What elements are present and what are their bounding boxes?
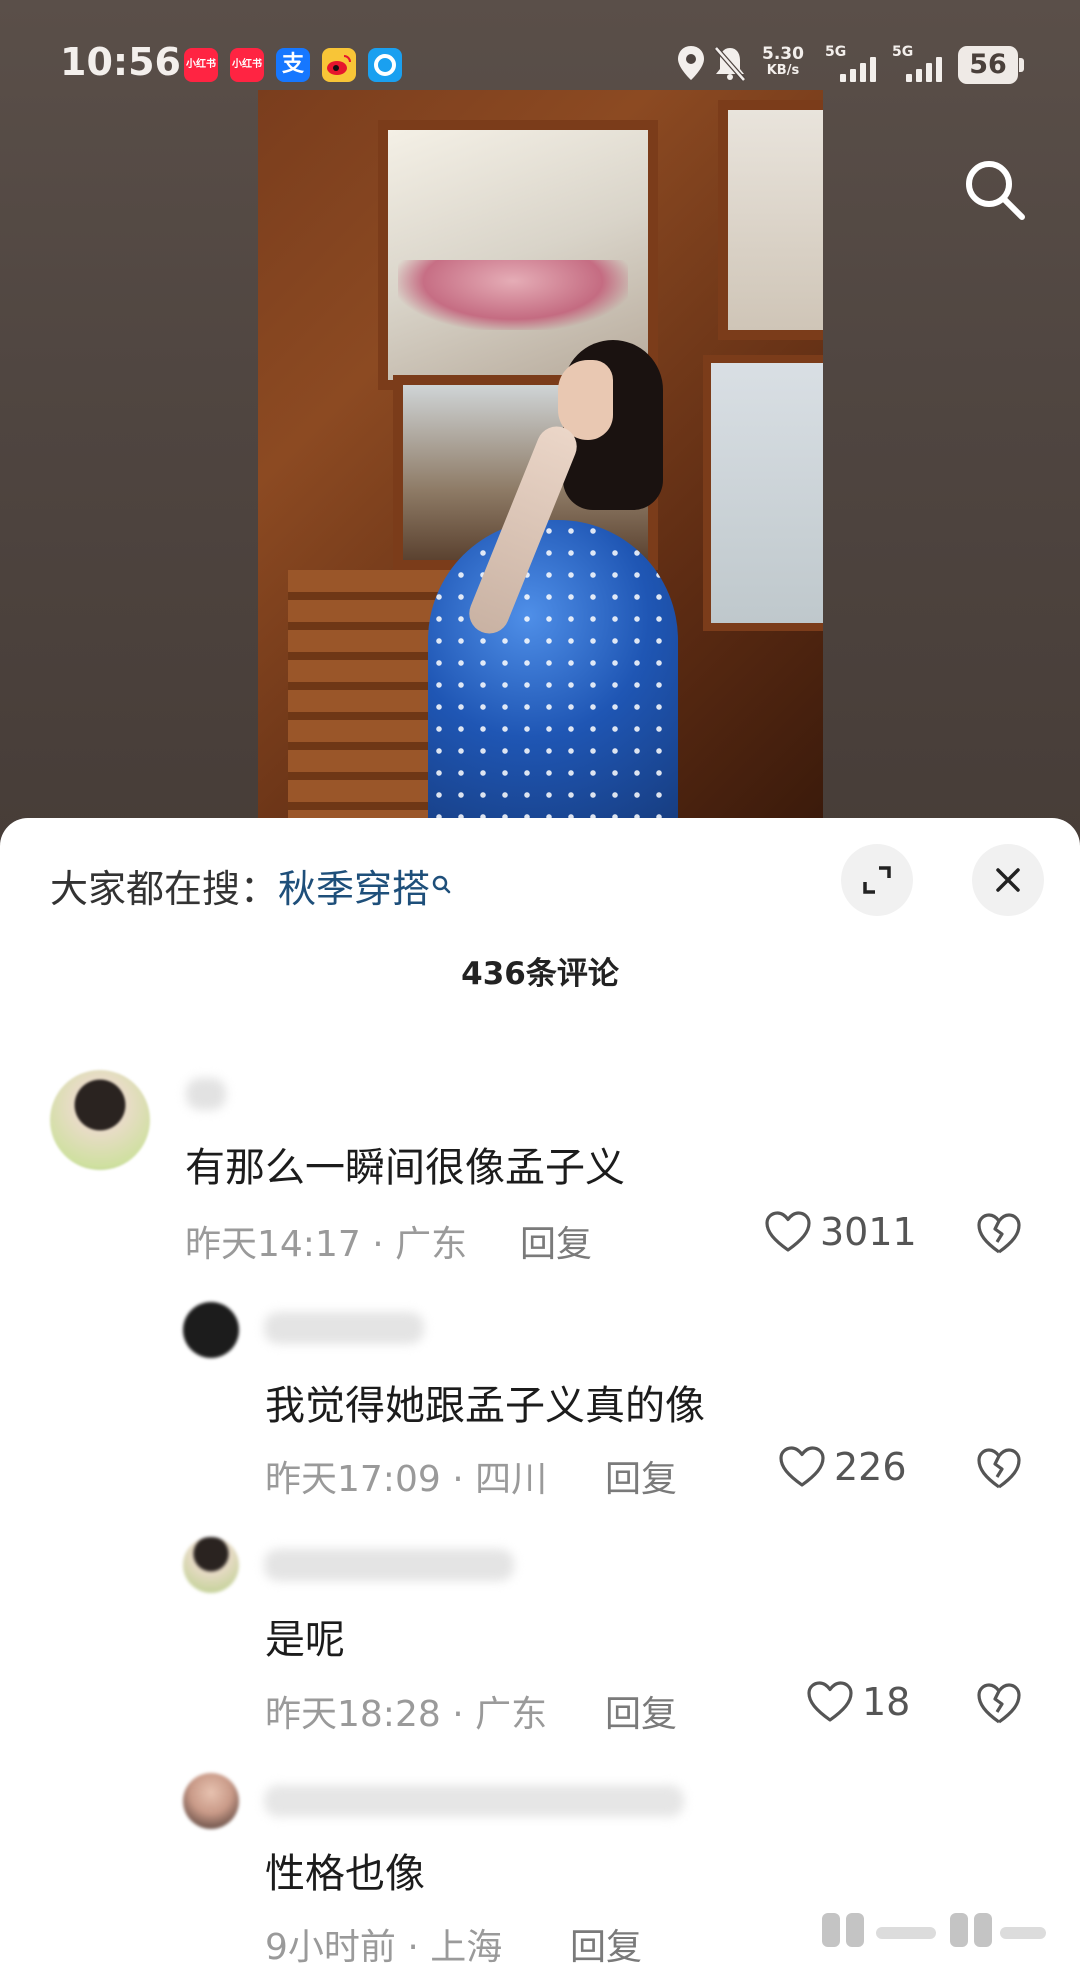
like-button[interactable]: 18 [806, 1680, 910, 1724]
network-speed-value: 5.30 [762, 44, 804, 64]
like-count: 18 [862, 1680, 911, 1724]
broken-heart-icon [977, 1448, 1021, 1489]
comment-meta: 9小时前 · 上海 [265, 1927, 503, 1968]
network-speed-unit: KB/s [766, 63, 800, 78]
dislike-button[interactable] [976, 1212, 1022, 1260]
comment-text: 性格也像 [265, 1851, 425, 1897]
search-icon [432, 862, 452, 906]
like-count: 226 [834, 1445, 907, 1489]
heart-icon [807, 1681, 853, 1722]
comment-meta: 昨天18:28 · 广东 [265, 1694, 548, 1735]
photo-window [703, 355, 823, 631]
heart-icon [779, 1446, 825, 1487]
comment-meta: 昨天17:09 · 四川 [265, 1459, 548, 1500]
comment-text: 我觉得她跟孟子义真的像 [265, 1383, 705, 1429]
dislike-button[interactable] [976, 1682, 1022, 1730]
like-button[interactable]: 3011 [764, 1210, 917, 1254]
avatar[interactable] [183, 1773, 239, 1829]
comment-count: 436条评论 [461, 956, 619, 992]
close-icon [996, 868, 1020, 892]
xiaohongshu-icon: 小红书 [230, 48, 264, 82]
username-blurred[interactable] [186, 1078, 226, 1110]
comment-meta: 昨天14:17 · 广东 [185, 1224, 468, 1265]
close-button[interactable] [972, 844, 1044, 916]
broken-heart-icon [977, 1213, 1021, 1254]
comment-text: 有那么一瞬间很像孟子义 [185, 1145, 625, 1191]
network-speed: 5.30 KB/s [762, 44, 804, 78]
photo-dress-dots [428, 520, 678, 830]
post-photo[interactable] [258, 90, 823, 830]
battery-tip [1019, 58, 1024, 72]
like-button[interactable]: 226 [778, 1445, 907, 1489]
avatar[interactable] [183, 1302, 239, 1358]
hot-search-prefix: 大家都在搜： [50, 867, 279, 911]
photo-window-decoration [398, 260, 628, 330]
heart-icon [765, 1211, 811, 1252]
watermark-logo [822, 1913, 1046, 1947]
reply-button[interactable]: 回复 [605, 1685, 677, 1737]
weibo-icon [322, 48, 356, 82]
like-count: 3011 [820, 1210, 917, 1254]
alipay-icon: 支 [276, 48, 310, 82]
hot-search-bar[interactable]: 大家都在搜：秋季穿搭 [50, 858, 452, 913]
avatar[interactable] [183, 1537, 239, 1593]
search-icon[interactable] [960, 155, 1030, 225]
hot-search-term[interactable]: 秋季穿搭 [278, 867, 430, 911]
avatar[interactable] [50, 1070, 150, 1170]
dislike-button[interactable] [976, 1447, 1022, 1495]
reply-button[interactable]: 回复 [570, 1918, 642, 1970]
reply-button[interactable]: 回复 [520, 1215, 592, 1267]
xiaohongshu-icon: 小红书 [184, 48, 218, 82]
signal-bars-icon [906, 56, 942, 82]
status-time: 10:56 [60, 40, 181, 84]
battery-indicator: 56 [958, 46, 1018, 84]
mute-bell-icon [712, 44, 748, 86]
broken-heart-icon [977, 1683, 1021, 1724]
status-bar: 10:56 小红书 小红书 支 5.30 KB/s 5G 5G 56 [0, 0, 1080, 130]
app-icon-blue [368, 48, 402, 82]
username-blurred[interactable] [264, 1785, 684, 1817]
reply-button[interactable]: 回复 [605, 1450, 677, 1502]
username-blurred[interactable] [264, 1312, 424, 1344]
username-blurred[interactable] [264, 1549, 514, 1581]
signal-bars-icon [840, 56, 876, 82]
expand-button[interactable] [841, 844, 913, 916]
location-icon [676, 44, 706, 86]
photo-window [718, 100, 823, 340]
comment-text: 是呢 [265, 1617, 345, 1663]
expand-icon [863, 866, 891, 894]
watermark-blurred [820, 1905, 1050, 1963]
